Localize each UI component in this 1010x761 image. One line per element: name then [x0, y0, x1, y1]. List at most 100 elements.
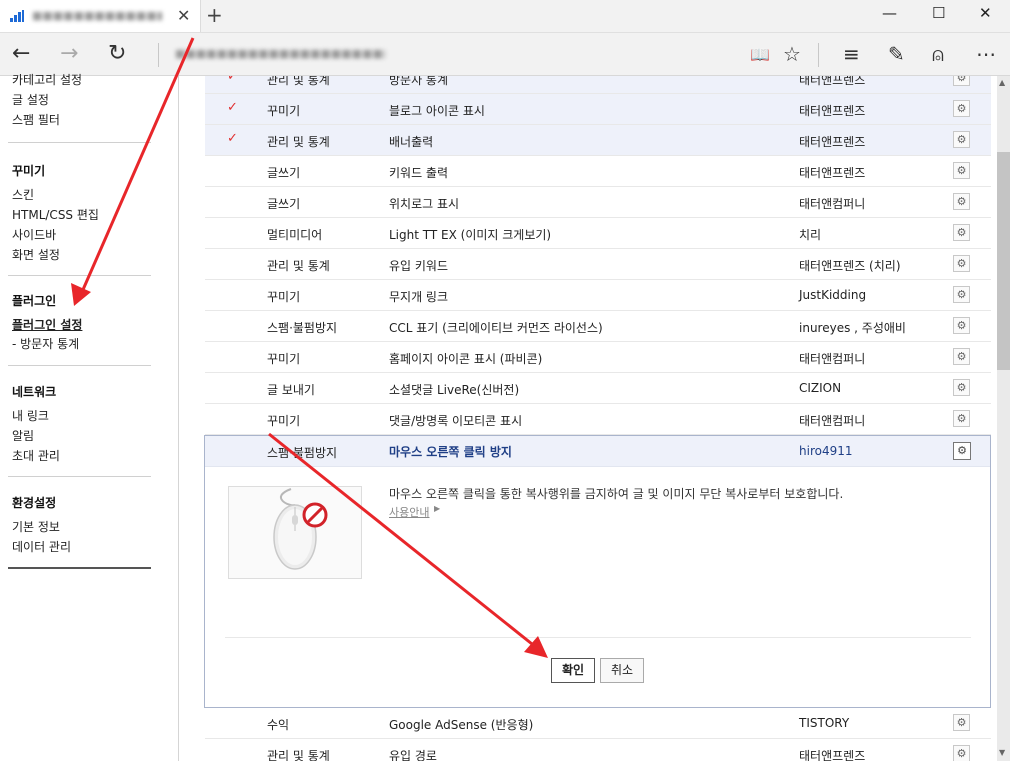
plugin-name[interactable]: 마우스 오른쪽 클릭 방지: [389, 443, 512, 460]
sidebar-item-my-links[interactable]: 내 링크: [12, 406, 152, 426]
plugin-name[interactable]: 유입 키워드: [389, 257, 448, 274]
plugin-row[interactable]: ✓ 꾸미기 블로그 아이콘 표시 태터앤프렌즈 ⚙: [205, 94, 991, 125]
plugin-author[interactable]: CIZION: [799, 381, 841, 395]
sidebar-item-visitor-stats[interactable]: - 방문자 통계: [12, 335, 152, 353]
plugin-author[interactable]: 태터앤컴퍼니: [799, 195, 865, 212]
gear-icon[interactable]: ⚙: [953, 286, 970, 303]
plugin-author[interactable]: 태터앤프렌즈: [799, 76, 865, 88]
plugin-name[interactable]: 블로그 아이콘 표시: [389, 102, 485, 119]
active-check-icon[interactable]: ✓: [227, 76, 238, 84]
plugin-author[interactable]: 태터앤프렌즈: [799, 747, 865, 761]
sidebar-item-plugin-settings[interactable]: 플러그인 설정: [12, 315, 152, 335]
cancel-button[interactable]: 취소: [600, 658, 644, 683]
plugin-author[interactable]: 태터앤프렌즈 (치리): [799, 257, 901, 274]
plugin-row[interactable]: 꾸미기 무지개 링크 JustKidding ⚙: [205, 280, 991, 311]
sidebar-item-screen-settings[interactable]: 화면 설정: [12, 245, 152, 265]
plugin-name[interactable]: 방문자 통계: [389, 76, 448, 88]
gear-icon[interactable]: ⚙: [953, 100, 970, 117]
gear-icon[interactable]: ⚙: [953, 348, 970, 365]
plugin-name[interactable]: 댓글/방명록 이모티콘 표시: [389, 412, 522, 429]
plugin-author[interactable]: hiro4911: [799, 444, 853, 458]
plugin-row[interactable]: 관리 및 통계 유입 키워드 태터앤프렌즈 (치리) ⚙: [205, 249, 991, 280]
refresh-button[interactable]: ↻: [108, 41, 126, 66]
plugin-row[interactable]: 꾸미기 홈페이지 아이콘 표시 (파비콘) 태터앤컴퍼니 ⚙: [205, 342, 991, 373]
sidebar-item-data-management[interactable]: 데이터 관리: [12, 537, 152, 557]
plugin-detail-header[interactable]: 스팸·불펌방지 마우스 오른쪽 클릭 방지 hiro4911 ⚙: [205, 436, 990, 467]
plugin-row[interactable]: 멀티미디어 Light TT EX (이미지 크게보기) 치리 ⚙: [205, 218, 991, 249]
plugin-name[interactable]: 무지개 링크: [389, 288, 448, 305]
plugin-name[interactable]: Light TT EX (이미지 크게보기): [389, 226, 551, 243]
scrollbar-thumb[interactable]: [997, 152, 1010, 370]
sidebar-item-invitations[interactable]: 초대 관리: [12, 446, 152, 466]
plugin-author[interactable]: 태터앤컴퍼니: [799, 412, 865, 429]
gear-icon[interactable]: ⚙: [953, 317, 970, 334]
gear-icon[interactable]: ⚙: [953, 714, 970, 731]
scroll-down-icon[interactable]: ▼: [999, 748, 1005, 757]
sidebar-item-basic-info[interactable]: 기본 정보: [12, 517, 152, 537]
gear-icon[interactable]: ⚙: [953, 131, 970, 148]
plugin-name[interactable]: 홈페이지 아이콘 표시 (파비콘): [389, 350, 542, 367]
plugin-author[interactable]: 태터앤프렌즈: [799, 102, 865, 119]
sidebar-item-skin[interactable]: 스킨: [12, 185, 152, 205]
plugin-name[interactable]: CCL 표기 (크리에이티브 커먼즈 라이선스): [389, 319, 603, 336]
plugin-author[interactable]: 태터앤컴퍼니: [799, 350, 865, 367]
reading-view-icon[interactable]: 📖: [750, 45, 770, 64]
forward-button[interactable]: →: [60, 41, 78, 66]
sidebar-item-post-settings[interactable]: 글 설정: [12, 90, 152, 110]
plugin-name[interactable]: 소셜댓글 LiveRe(신버전): [389, 381, 519, 398]
plugin-author[interactable]: 태터앤프렌즈: [799, 164, 865, 181]
plugin-row[interactable]: 글쓰기 위치로그 표시 태터앤컴퍼니 ⚙: [205, 187, 991, 218]
plugin-row[interactable]: ✓ 관리 및 통계 방문자 통계 태터앤프렌즈 ⚙: [205, 76, 991, 94]
gear-icon[interactable]: ⚙: [953, 410, 970, 427]
sidebar-item-sidebar[interactable]: 사이드바: [12, 225, 152, 245]
plugin-author[interactable]: inureyes , 주성애비: [799, 319, 906, 336]
plugin-author[interactable]: 태터앤프렌즈: [799, 133, 865, 150]
more-options-icon[interactable]: ⋯: [976, 42, 996, 66]
gear-icon[interactable]: ⚙: [953, 442, 971, 460]
plugin-name[interactable]: 위치로그 표시: [389, 195, 459, 212]
plugin-row[interactable]: 꾸미기 댓글/방명록 이모티콘 표시 태터앤컴퍼니 ⚙: [205, 404, 991, 435]
hub-icon[interactable]: ≡: [843, 42, 860, 66]
minimize-button[interactable]: —: [882, 4, 897, 22]
plugin-row[interactable]: 글쓰기 키워드 출력 태터앤프렌즈 ⚙: [205, 156, 991, 187]
maximize-button[interactable]: ☐: [932, 4, 945, 22]
web-note-icon[interactable]: ✎: [888, 42, 905, 66]
sidebar-item-spam-filter[interactable]: 스팸 필터: [12, 110, 152, 130]
plugin-name[interactable]: Google AdSense (반응형): [389, 716, 533, 733]
gear-icon[interactable]: ⚙: [953, 224, 970, 241]
plugin-name[interactable]: 키워드 출력: [389, 164, 448, 181]
plugin-row[interactable]: 글 보내기 소셜댓글 LiveRe(신버전) CIZION ⚙: [205, 373, 991, 404]
gear-icon[interactable]: ⚙: [953, 162, 970, 179]
scroll-up-icon[interactable]: ▲: [999, 78, 1005, 87]
sidebar-item-notifications[interactable]: 알림: [12, 426, 152, 446]
gear-icon[interactable]: ⚙: [953, 255, 970, 272]
plugin-author[interactable]: JustKidding: [799, 288, 866, 302]
new-tab-button[interactable]: +: [206, 3, 223, 27]
tab-close-icon[interactable]: ✕: [177, 6, 190, 25]
active-check-icon[interactable]: ✓: [227, 100, 238, 115]
confirm-button[interactable]: 확인: [551, 658, 595, 683]
address-bar[interactable]: ■■■■■■■■■■■■■■■■■■■■■■■: [175, 47, 385, 59]
plugin-name[interactable]: 배너출력: [389, 133, 433, 150]
favorite-star-icon[interactable]: ☆: [783, 42, 801, 66]
gear-icon[interactable]: ⚙: [953, 193, 970, 210]
plugin-row[interactable]: 수익 Google AdSense (반응형) TISTORY ⚙: [205, 708, 991, 739]
share-icon[interactable]: ⍝: [932, 42, 944, 66]
sidebar-item-html-css[interactable]: HTML/CSS 편집: [12, 205, 152, 225]
active-check-icon[interactable]: ✓: [227, 131, 238, 146]
gear-icon[interactable]: ⚙: [953, 745, 970, 761]
window-close-button[interactable]: ✕: [979, 4, 992, 22]
plugin-name[interactable]: 유입 경로: [389, 747, 437, 761]
sidebar-group-network: 네트워크 내 링크 알림 초대 관리: [12, 383, 152, 466]
plugin-row[interactable]: 관리 및 통계 유입 경로 태터앤프렌즈 ⚙: [205, 739, 991, 761]
back-button[interactable]: ←: [12, 41, 30, 66]
usage-guide-link[interactable]: 사용안내: [389, 504, 429, 520]
plugin-row[interactable]: ✓ 관리 및 통계 배너출력 태터앤프렌즈 ⚙: [205, 125, 991, 156]
plugin-author[interactable]: 치리: [799, 226, 821, 243]
gear-icon[interactable]: ⚙: [953, 379, 970, 396]
plugin-author[interactable]: TISTORY: [799, 716, 849, 730]
sidebar-item-category-settings[interactable]: 카테고리 설정: [12, 70, 152, 90]
browser-tab[interactable]: ■■■■■■■■■■■■■■ ✕: [0, 0, 201, 32]
gear-icon[interactable]: ⚙: [953, 76, 970, 86]
plugin-row[interactable]: 스팸·불펌방지 CCL 표기 (크리에이티브 커먼즈 라이선스) inureyes …: [205, 311, 991, 342]
